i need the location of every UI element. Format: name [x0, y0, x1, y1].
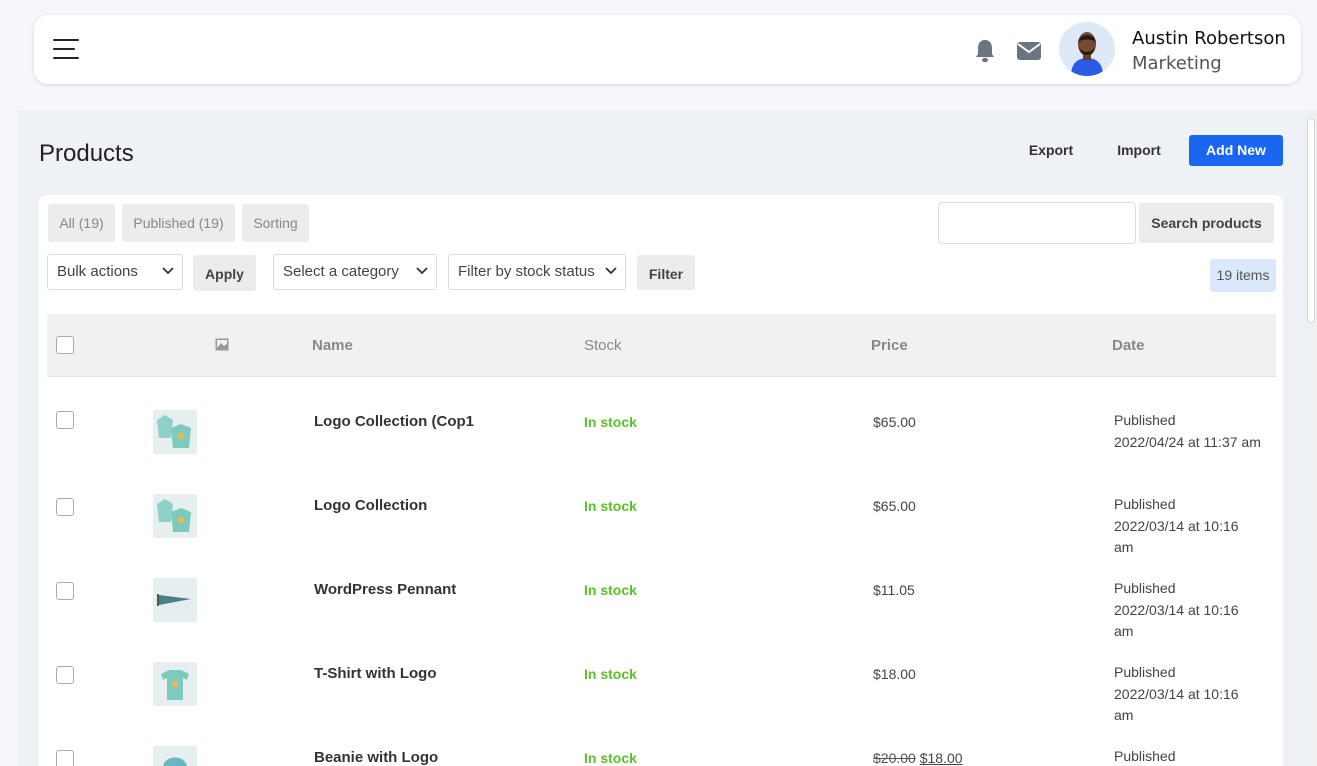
publish-datetime: 2022/03/14 at 10:16 — [1114, 517, 1239, 534]
regular-price: $20.00 — [873, 750, 916, 766]
scrollbar-thumb[interactable] — [1307, 118, 1315, 323]
publish-date: Published 2022/03/14 at 10:16 am — [1114, 578, 1274, 643]
column-date[interactable]: Date — [1112, 337, 1145, 354]
stock-status-select[interactable]: Filter by stock status — [448, 254, 626, 290]
add-new-button[interactable]: Add New — [1189, 135, 1283, 166]
bell-icon[interactable] — [973, 38, 997, 64]
row-checkbox[interactable] — [56, 666, 74, 684]
row-checkbox[interactable] — [56, 411, 74, 429]
product-thumbnail[interactable] — [153, 662, 197, 706]
envelope-icon[interactable] — [1016, 40, 1042, 62]
stock-status-label: Filter by stock status — [458, 263, 595, 280]
column-price[interactable]: Price — [871, 337, 908, 354]
product-name[interactable]: T-Shirt with Logo — [314, 665, 436, 682]
category-select[interactable]: Select a category — [273, 254, 437, 290]
publish-date: Published 2022/03/14 at 10:16 am — [1114, 662, 1274, 727]
stock-status: In stock — [584, 582, 637, 598]
product-thumbnail[interactable] — [153, 410, 197, 454]
publish-datetime-suffix: am — [1114, 707, 1134, 723]
publish-date: Published — [1114, 746, 1274, 766]
product-thumbnail[interactable] — [153, 578, 197, 622]
product-name[interactable]: WordPress Pennant — [314, 581, 456, 598]
stock-status: In stock — [584, 498, 637, 514]
product-thumbnail[interactable] — [153, 746, 197, 766]
stock-status: In stock — [584, 666, 637, 682]
stock-status: In stock — [584, 750, 637, 766]
image-icon — [215, 338, 229, 351]
publish-status: Published — [1114, 496, 1176, 512]
product-thumbnail[interactable] — [153, 494, 197, 538]
publish-date: Published 2022/04/24 at 11:37 am — [1114, 410, 1274, 453]
product-price: $65.00 — [873, 414, 916, 430]
hamburger-menu-icon[interactable] — [53, 39, 80, 61]
user-name: Austin Robertson — [1132, 28, 1286, 49]
publish-datetime: 2022/04/24 at 11:37 am — [1114, 433, 1261, 450]
product-price: $20.00 $18.00 — [873, 750, 963, 766]
avatar[interactable] — [1059, 22, 1115, 76]
search-products-button[interactable]: Search products — [1139, 203, 1274, 243]
product-price: $11.05 — [873, 582, 915, 598]
items-count-badge: 19 items — [1210, 259, 1276, 292]
publish-status: Published — [1114, 580, 1176, 596]
sale-price: $18.00 — [919, 750, 963, 766]
product-name[interactable]: Logo Collection — [314, 497, 427, 514]
bulk-actions-label: Bulk actions — [57, 263, 138, 280]
product-price: $18.00 — [873, 666, 916, 682]
publish-status: Published — [1114, 748, 1176, 764]
bulk-actions-select[interactable]: Bulk actions — [47, 254, 183, 290]
chevron-down-icon — [605, 267, 617, 275]
filter-button[interactable]: Filter — [637, 255, 695, 290]
column-stock: Stock — [584, 337, 622, 354]
table-header: Name Stock Price Date — [47, 314, 1276, 377]
publish-datetime: 2022/03/14 at 10:16 — [1114, 685, 1239, 702]
publish-date: Published 2022/03/14 at 10:16 am — [1114, 494, 1274, 559]
stock-status: In stock — [584, 414, 637, 430]
product-price: $65.00 — [873, 498, 916, 514]
user-role: Marketing — [1132, 53, 1222, 74]
import-button[interactable]: Import — [1104, 135, 1174, 166]
tab-sorting[interactable]: Sorting — [242, 204, 309, 242]
page-title: Products — [39, 140, 134, 167]
chevron-down-icon — [416, 267, 428, 275]
page-scrollbar[interactable] — [1305, 110, 1317, 766]
row-checkbox[interactable] — [56, 750, 74, 766]
select-all-checkbox[interactable] — [56, 336, 74, 354]
chevron-down-icon — [162, 267, 174, 275]
row-checkbox[interactable] — [56, 582, 74, 600]
search-input[interactable] — [938, 202, 1136, 244]
top-header: Austin Robertson Marketing — [34, 15, 1301, 84]
apply-button[interactable]: Apply — [193, 255, 256, 291]
product-name[interactable]: Logo Collection (Cop1 — [314, 413, 474, 430]
publish-status: Published — [1114, 412, 1176, 428]
publish-status: Published — [1114, 664, 1176, 680]
export-button[interactable]: Export — [1016, 135, 1086, 166]
row-checkbox[interactable] — [56, 498, 74, 516]
tab-all[interactable]: All (19) — [48, 204, 115, 242]
publish-datetime-suffix: am — [1114, 539, 1134, 555]
publish-datetime: 2022/03/14 at 10:16 — [1114, 601, 1239, 618]
column-name[interactable]: Name — [312, 337, 353, 354]
tab-published[interactable]: Published (19) — [122, 204, 235, 242]
product-name[interactable]: Beanie with Logo — [314, 749, 438, 766]
category-label: Select a category — [283, 263, 399, 280]
publish-datetime-suffix: am — [1114, 623, 1134, 639]
